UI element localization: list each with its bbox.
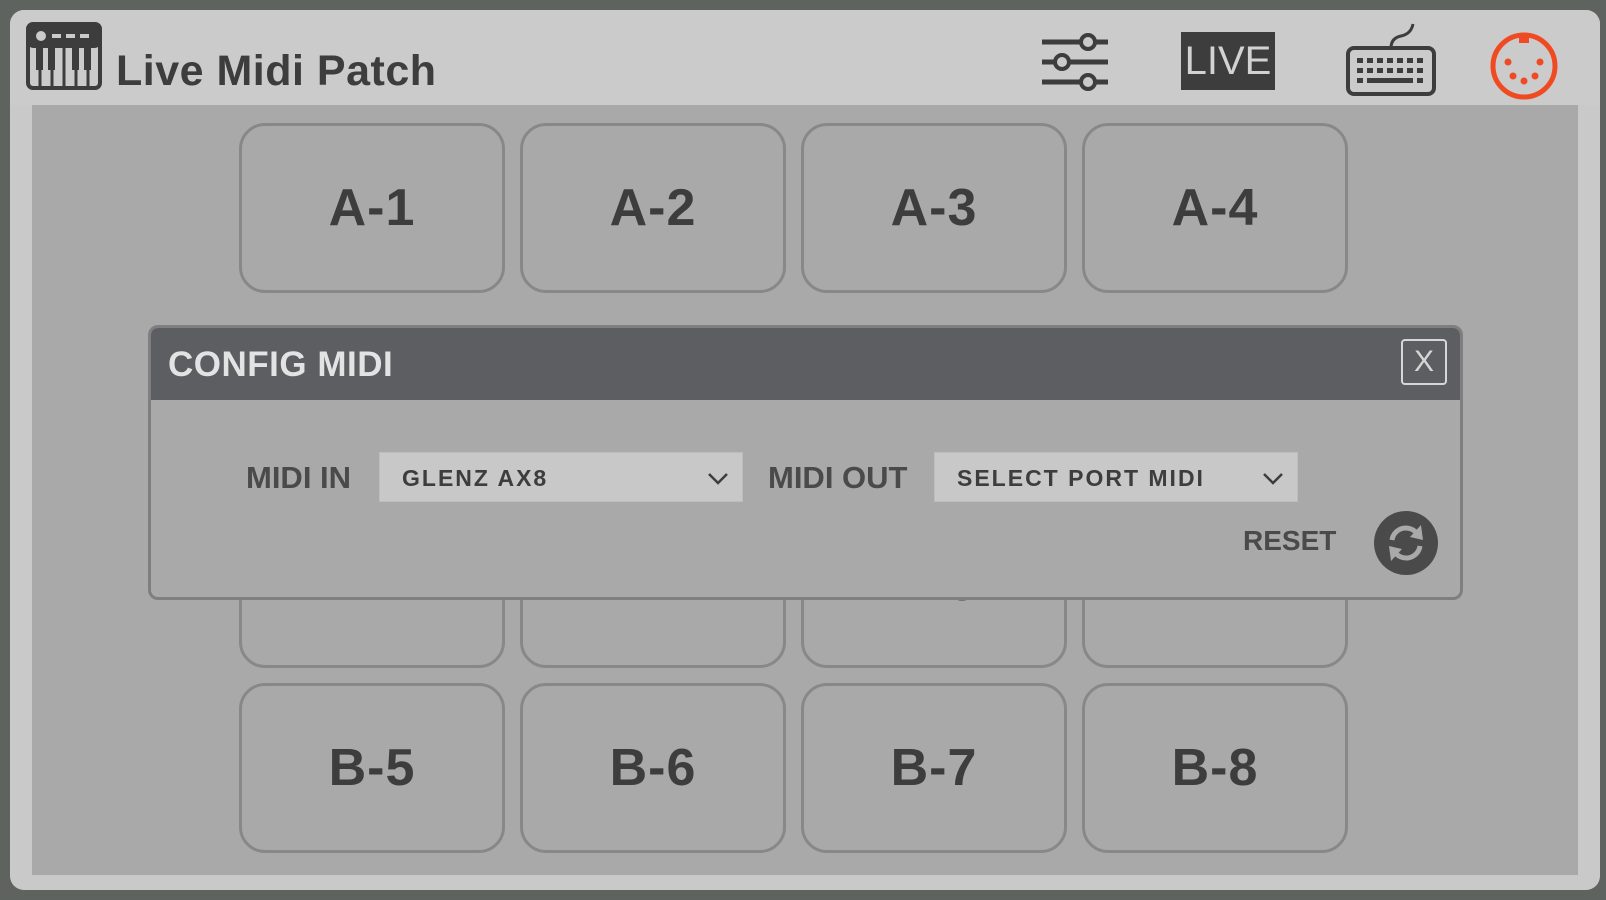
chevron-down-icon	[1263, 473, 1283, 485]
midi-config-button[interactable]	[1488, 30, 1560, 102]
reset-label[interactable]: RESET	[1243, 525, 1336, 557]
pad-a-1[interactable]: A-1	[239, 123, 505, 293]
midi-out-value: SELECT PORT MIDI	[957, 465, 1205, 491]
computer-keyboard-icon	[1346, 23, 1436, 96]
refresh-icon	[1374, 511, 1438, 575]
midi-out-select[interactable]: SELECT PORT MIDI	[934, 452, 1298, 502]
live-mode-button[interactable]: LIVE	[1181, 32, 1275, 90]
pad-label: A-1	[328, 179, 416, 237]
pad-label: B-8	[1171, 739, 1259, 797]
pad-b-5[interactable]: B-5	[239, 683, 505, 853]
midi-in-select[interactable]: GLENZ AX8	[379, 452, 743, 502]
pad-label: A-3	[890, 179, 978, 237]
pad-b-8[interactable]: B-8	[1082, 683, 1348, 853]
piano-keyboard-icon	[26, 22, 102, 90]
pad-label: A-4	[1171, 179, 1259, 237]
pad-b-6[interactable]: B-6	[520, 683, 786, 853]
app-header: Live Midi Patch LIVE	[10, 10, 1600, 105]
midi-in-value: GLENZ AX8	[402, 465, 549, 491]
dialog-header: CONFIG MIDI X	[151, 328, 1460, 400]
pad-b-7[interactable]: B-7	[801, 683, 1067, 853]
pad-a-4[interactable]: A-4	[1082, 123, 1348, 293]
keyboard-button[interactable]	[1345, 20, 1437, 98]
reset-button[interactable]	[1373, 510, 1439, 576]
pad-label: A-2	[609, 179, 697, 237]
app-title: Live Midi Patch	[116, 47, 437, 95]
mixer-settings-button[interactable]	[1040, 30, 1110, 94]
config-midi-dialog: CONFIG MIDI X MIDI IN GLENZ AX8 MIDI OUT…	[148, 325, 1463, 600]
pad-label: B-7	[890, 739, 978, 797]
pad-a-3[interactable]: A-3	[801, 123, 1067, 293]
app-window: Live Midi Patch LIVE A-1 A-2 A-3 A-4 B-5…	[10, 10, 1600, 890]
pad-a-2[interactable]: A-2	[520, 123, 786, 293]
dialog-title: CONFIG MIDI	[168, 345, 394, 384]
pad-label: B-6	[609, 739, 697, 797]
close-button[interactable]: X	[1401, 339, 1447, 385]
midi-out-label: MIDI OUT	[768, 460, 908, 495]
sliders-icon	[1042, 33, 1108, 91]
chevron-down-icon	[708, 473, 728, 485]
midi-in-label: MIDI IN	[246, 460, 352, 495]
midi-din-connector-icon	[1490, 32, 1558, 100]
pad-label: B-5	[328, 739, 416, 797]
